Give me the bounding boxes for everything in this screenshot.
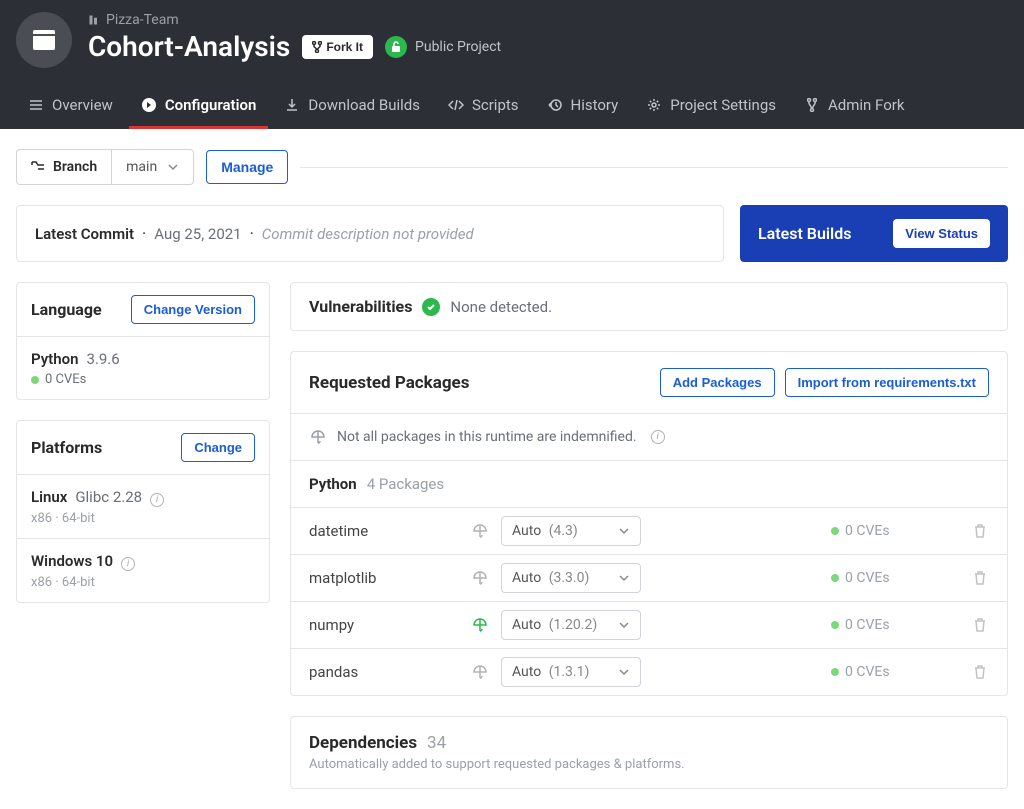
latest-builds-card: Latest Builds View Status bbox=[740, 205, 1008, 262]
umbrella-icon bbox=[471, 522, 489, 540]
indemnification-note: Not all packages in this runtime are ind… bbox=[291, 413, 1007, 460]
umbrella-icon bbox=[471, 616, 489, 634]
tab-configuration[interactable]: Configuration bbox=[129, 84, 269, 129]
dependencies-count: 34 bbox=[427, 733, 446, 753]
vulnerabilities-status: None detected. bbox=[450, 298, 552, 316]
package-cves: 0 CVEs bbox=[831, 617, 921, 633]
vulnerabilities-card: Vulnerabilities None detected. bbox=[290, 282, 1008, 331]
chevron-down-icon bbox=[618, 527, 630, 535]
package-name: datetime bbox=[309, 522, 459, 540]
fork-icon bbox=[804, 97, 820, 113]
chevron-down-icon bbox=[618, 621, 630, 629]
platform-item: Windows 10 i x86 · 64-bit bbox=[17, 538, 269, 602]
version-select[interactable]: Auto (3.3.0) bbox=[501, 563, 641, 593]
check-circle-icon bbox=[422, 298, 440, 316]
status-dot-icon bbox=[31, 376, 39, 384]
package-name: pandas bbox=[309, 663, 459, 681]
package-cves: 0 CVEs bbox=[831, 664, 921, 680]
platforms-title: Platforms bbox=[31, 438, 102, 457]
tab-overview[interactable]: Overview bbox=[16, 84, 125, 129]
import-requirements-button[interactable]: Import from requirements.txt bbox=[785, 368, 989, 397]
menu-icon bbox=[28, 97, 44, 113]
tab-history[interactable]: History bbox=[535, 84, 631, 129]
package-row: numpy Auto (1.20.2) 0 CVEs bbox=[291, 601, 1007, 648]
commit-description: Commit description not provided bbox=[262, 225, 474, 243]
vulnerabilities-title: Vulnerabilities bbox=[309, 297, 412, 316]
manage-button[interactable]: Manage bbox=[206, 150, 288, 184]
builds-title: Latest Builds bbox=[758, 224, 851, 243]
delete-package-button[interactable] bbox=[973, 617, 989, 633]
version-select[interactable]: Auto (1.20.2) bbox=[501, 610, 641, 640]
language-version: 3.9.6 bbox=[86, 350, 119, 368]
project-avatar bbox=[16, 12, 72, 68]
unlock-icon bbox=[385, 36, 407, 58]
branch-label: Branch bbox=[17, 150, 112, 184]
gear-icon bbox=[646, 97, 662, 113]
language-card: Language Change Version Python 3.9.6 0 C… bbox=[16, 282, 270, 400]
version-select[interactable]: Auto (4.3) bbox=[501, 516, 641, 546]
packages-language: Python bbox=[309, 475, 357, 493]
latest-commit-card: Latest Commit · Aug 25, 2021 · Commit de… bbox=[16, 205, 724, 262]
package-cves: 0 CVEs bbox=[831, 523, 921, 539]
info-icon[interactable]: i bbox=[651, 430, 665, 444]
team-name[interactable]: Pizza-Team bbox=[88, 12, 1008, 28]
package-row: pandas Auto (1.3.1) 0 CVEs bbox=[291, 648, 1007, 695]
branch-icon bbox=[31, 161, 45, 173]
change-platforms-button[interactable]: Change bbox=[181, 433, 255, 462]
tab-admin-fork[interactable]: Admin Fork bbox=[792, 84, 916, 129]
platforms-card: Platforms Change Linux Glibc 2.28 i x86 … bbox=[16, 420, 270, 603]
delete-package-button[interactable] bbox=[973, 664, 989, 680]
tab-project-settings[interactable]: Project Settings bbox=[634, 84, 788, 129]
tab-scripts[interactable]: Scripts bbox=[436, 84, 531, 129]
info-icon[interactable]: i bbox=[121, 557, 135, 571]
divider bbox=[300, 167, 1008, 168]
chevron-down-icon bbox=[167, 163, 179, 171]
add-packages-button[interactable]: Add Packages bbox=[660, 368, 775, 397]
packages-count: 4 Packages bbox=[367, 475, 444, 493]
info-icon[interactable]: i bbox=[150, 493, 164, 507]
version-select[interactable]: Auto (1.3.1) bbox=[501, 657, 641, 687]
umbrella-icon bbox=[471, 663, 489, 681]
language-name: Python bbox=[31, 350, 78, 368]
config-icon bbox=[141, 97, 157, 113]
package-cves: 0 CVEs bbox=[831, 570, 921, 586]
dependencies-title: Dependencies bbox=[309, 733, 417, 753]
change-version-button[interactable]: Change Version bbox=[131, 295, 255, 324]
view-status-button[interactable]: View Status bbox=[893, 219, 990, 248]
packages-card: Requested Packages Add Packages Import f… bbox=[290, 351, 1008, 696]
package-row: matplotlib Auto (3.3.0) 0 CVEs bbox=[291, 554, 1007, 601]
project-title: Cohort-Analysis bbox=[88, 30, 290, 63]
dependencies-card: Dependencies 34 Automatically added to s… bbox=[290, 716, 1008, 789]
branch-select[interactable]: main bbox=[112, 150, 193, 184]
platform-item: Linux Glibc 2.28 i x86 · 64-bit bbox=[17, 475, 269, 538]
packages-title: Requested Packages bbox=[309, 373, 469, 393]
commit-date: Aug 25, 2021 bbox=[154, 225, 241, 243]
umbrella-icon bbox=[471, 569, 489, 587]
history-icon bbox=[547, 97, 563, 113]
language-cves: 0 CVEs bbox=[45, 372, 86, 387]
fork-button[interactable]: Fork It bbox=[302, 35, 373, 59]
dependencies-subtitle: Automatically added to support requested… bbox=[309, 757, 989, 772]
package-name: numpy bbox=[309, 616, 459, 634]
commit-label: Latest Commit bbox=[35, 225, 134, 243]
delete-package-button[interactable] bbox=[973, 523, 989, 539]
package-name: matplotlib bbox=[309, 569, 459, 587]
package-row: datetime Auto (4.3) 0 CVEs bbox=[291, 507, 1007, 554]
language-title: Language bbox=[31, 300, 102, 319]
umbrella-icon bbox=[309, 428, 327, 446]
chevron-down-icon bbox=[618, 574, 630, 582]
visibility-badge: Public Project bbox=[385, 36, 501, 58]
nav-tabs: Overview Configuration Download Builds S… bbox=[16, 84, 1008, 129]
org-icon bbox=[88, 14, 100, 26]
delete-package-button[interactable] bbox=[973, 570, 989, 586]
chevron-down-icon bbox=[618, 668, 630, 676]
download-icon bbox=[284, 97, 300, 113]
code-icon bbox=[448, 97, 464, 113]
tab-download-builds[interactable]: Download Builds bbox=[272, 84, 432, 129]
